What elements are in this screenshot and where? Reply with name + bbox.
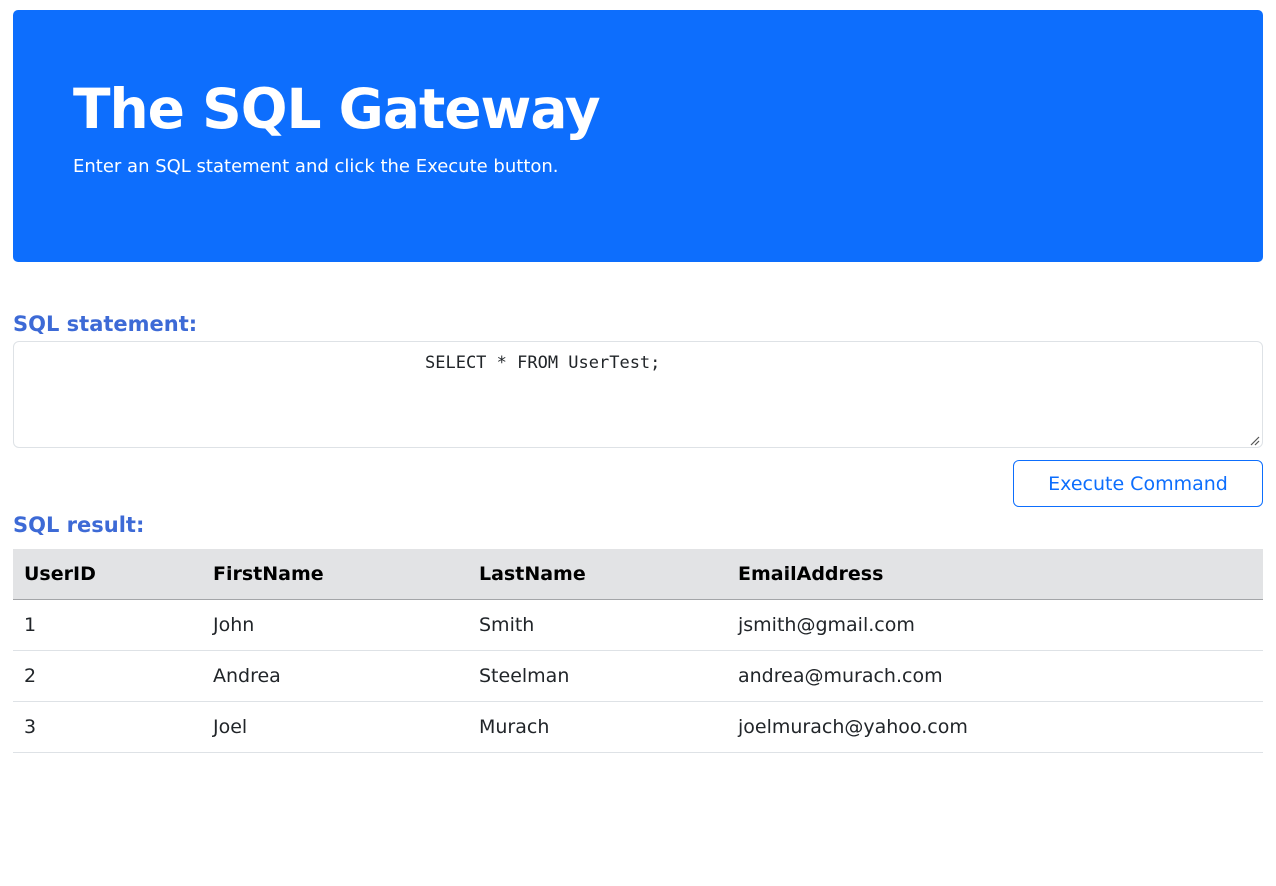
table-cell: 2 — [13, 650, 202, 702]
table-cell: Andrea — [202, 650, 468, 702]
table-row: 1 John Smith jsmith@gmail.com — [13, 599, 1263, 651]
table-cell: joelmurach@yahoo.com — [727, 701, 1263, 753]
table-cell: Steelman — [468, 650, 727, 702]
column-header: EmailAddress — [727, 549, 1263, 600]
table-row: 3 Joel Murach joelmurach@yahoo.com — [13, 701, 1263, 753]
column-header: LastName — [468, 549, 727, 600]
execute-command-button[interactable]: Execute Command — [1013, 460, 1263, 507]
table-header-row: UserID FirstName LastName EmailAddress — [13, 549, 1263, 600]
column-header: UserID — [13, 549, 202, 600]
page: The SQL Gateway Enter an SQL statement a… — [0, 0, 1276, 886]
resize-grip-icon[interactable] — [1248, 434, 1260, 446]
table-row: 2 Andrea Steelman andrea@murach.com — [13, 650, 1263, 702]
table-cell: Joel — [202, 701, 468, 753]
header-banner: The SQL Gateway Enter an SQL statement a… — [13, 10, 1263, 262]
sql-statement-label: SQL statement: — [13, 312, 198, 336]
table-cell: 3 — [13, 701, 202, 753]
table-cell: 1 — [13, 599, 202, 651]
table-cell: jsmith@gmail.com — [727, 599, 1263, 651]
table-cell: Murach — [468, 701, 727, 753]
page-subtitle: Enter an SQL statement and click the Exe… — [73, 156, 559, 177]
table-cell: John — [202, 599, 468, 651]
sql-result-table: UserID FirstName LastName EmailAddress 1… — [13, 549, 1263, 753]
table-cell: Smith — [468, 599, 727, 651]
page-title: The SQL Gateway — [73, 77, 601, 141]
column-header: FirstName — [202, 549, 468, 600]
table-cell: andrea@murach.com — [727, 650, 1263, 702]
sql-result-label: SQL result: — [13, 513, 145, 537]
sql-statement-input[interactable] — [13, 341, 1263, 448]
